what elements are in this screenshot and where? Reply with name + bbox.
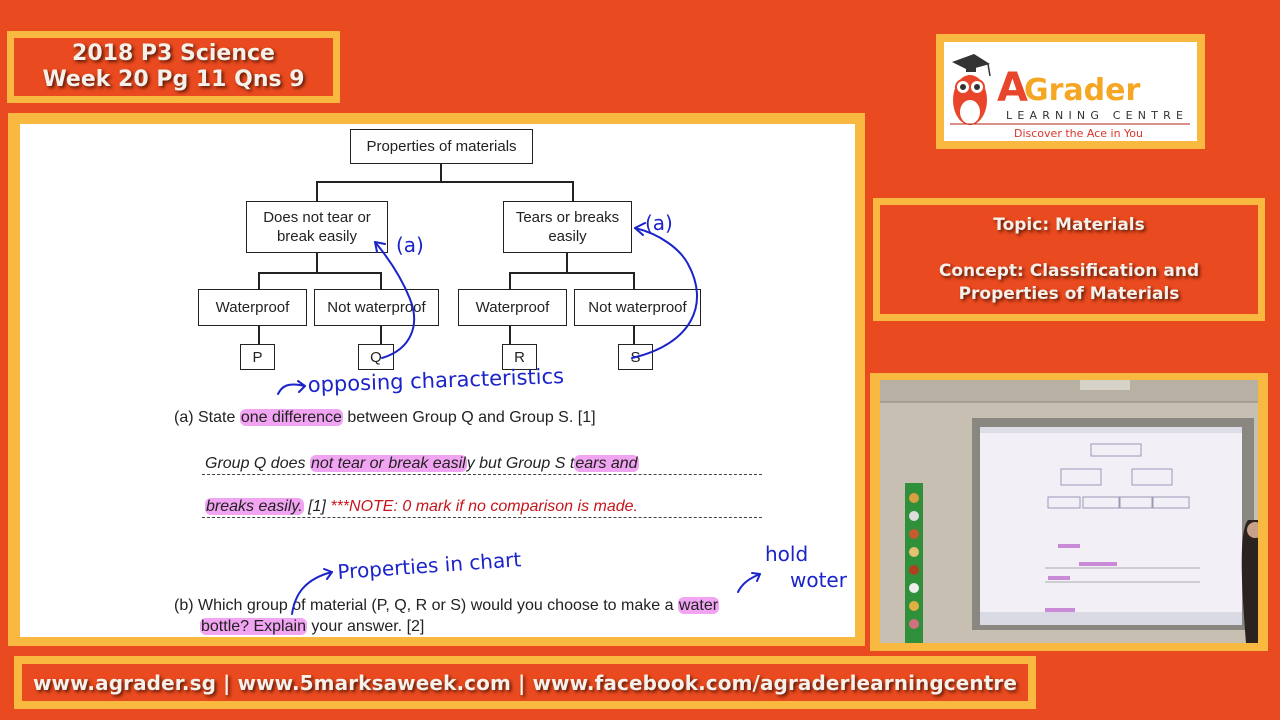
lesson-title-line2: Week 20 Pg 11 Qns 9 (42, 67, 305, 92)
classroom-video-panel (870, 373, 1268, 651)
arrow-s-to-branch (631, 227, 698, 359)
annotation-properties: Properties in chart (337, 547, 522, 584)
arrow-hold-water (737, 573, 761, 593)
annotation-opposing: opposing characteristics (307, 364, 564, 397)
annotation-a-left: (a) (396, 233, 424, 257)
footer-links-bar: www.agrader.sg | www.5marksaweek.com | w… (14, 656, 1036, 709)
lesson-title-line1: 2018 P3 Science (72, 41, 275, 66)
logo-brand-rest: Grader (1024, 73, 1140, 108)
worksheet-content: Properties of materials Does not tear or… (20, 124, 855, 637)
lesson-title-box: 2018 P3 Science Week 20 Pg 11 Qns 9 (7, 31, 340, 103)
topic-label: Topic: Materials (993, 214, 1145, 235)
annotation-water: woter (790, 568, 848, 592)
owl-mascot-icon (952, 54, 991, 125)
worksheet-panel: Properties of materials Does not tear or… (8, 113, 865, 646)
logo-tagline: Discover the Ace in You (1014, 127, 1143, 140)
topic-box: Topic: Materials Concept: Classification… (873, 198, 1265, 321)
concept-line2: Properties of Materials (958, 283, 1180, 304)
agrader-logo: A Grader LEARNING CENTRE Discover the Ac… (950, 54, 1190, 140)
logo-panel: A Grader LEARNING CENTRE Discover the Ac… (936, 34, 1205, 149)
footer-links: www.agrader.sg | www.5marksaweek.com | w… (32, 670, 1018, 695)
whiteboard-screen (980, 427, 1242, 625)
handwritten-annotations: (a) (a) opposing characteristics Propert… (277, 211, 848, 615)
classroom-photo (880, 380, 1258, 643)
annotation-a-right: (a) (645, 211, 673, 235)
logo-subtitle: LEARNING CENTRE (1006, 109, 1188, 122)
concept-line1: Concept: Classification and (938, 260, 1200, 281)
arrow-properties (291, 571, 333, 615)
arrow-q-to-branch (374, 241, 416, 359)
annotation-hold: hold (765, 542, 808, 566)
